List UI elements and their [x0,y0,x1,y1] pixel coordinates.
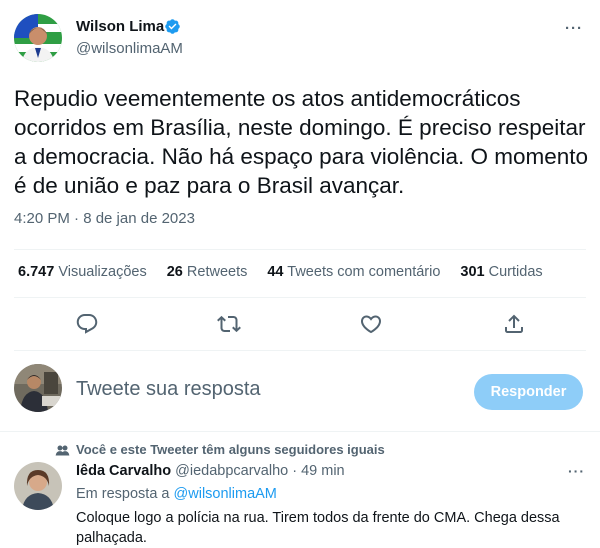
user-avatar[interactable] [14,364,62,412]
social-context: Você e este Tweeter têm alguns seguidore… [76,442,385,457]
reply-author-handle[interactable]: @iedabpcarvalho [175,463,288,479]
more-options-icon[interactable]: ··· [568,463,585,479]
heart-icon[interactable] [359,312,383,336]
tweet-stats: 6.747 Visualizações 26 Retweets 44 Tweet… [18,264,563,280]
reply-text: Coloque logo a polícia na rua. Tirem tod… [76,510,560,546]
divider [14,350,586,351]
divider [0,431,600,432]
more-options-icon[interactable]: ··· [565,20,583,37]
share-icon[interactable] [502,312,526,336]
author-name[interactable]: Wilson Lima [76,18,164,35]
reply-input[interactable]: Tweete sua resposta [76,378,261,401]
author-handle[interactable]: @wilsonlimaAM [76,40,183,57]
views-stat[interactable]: 6.747 Visualizações [18,264,147,280]
reply-author-name[interactable]: Iêda Carvalho [76,463,171,479]
reply-header: Iêda Carvalho @iedabpcarvalho · 49 min [76,463,345,479]
tweet-timestamp[interactable]: 4:20 PM · 8 de jan de 2023 [14,210,195,227]
reply-icon[interactable] [75,312,99,336]
replying-to-handle[interactable]: @wilsonlimaAM [174,486,277,502]
retweets-stat[interactable]: 26 Retweets [167,264,248,280]
likes-stat[interactable]: 301 Curtidas [460,264,542,280]
reply-time[interactable]: · 49 min [292,463,344,479]
author-avatar[interactable] [14,14,62,62]
reply-button[interactable]: Responder [474,374,583,410]
verified-badge-icon [164,18,181,35]
quotes-stat[interactable]: 44 Tweets com comentário [267,264,440,280]
replying-to: Em resposta a @wilsonlimaAM [76,486,277,502]
reply-author-avatar[interactable] [14,462,62,510]
tweet-text: Repudio veementemente os atos antidemocr… [14,86,589,198]
retweet-icon[interactable] [217,312,241,336]
divider [14,249,586,250]
people-icon [55,443,70,458]
divider [14,297,586,298]
